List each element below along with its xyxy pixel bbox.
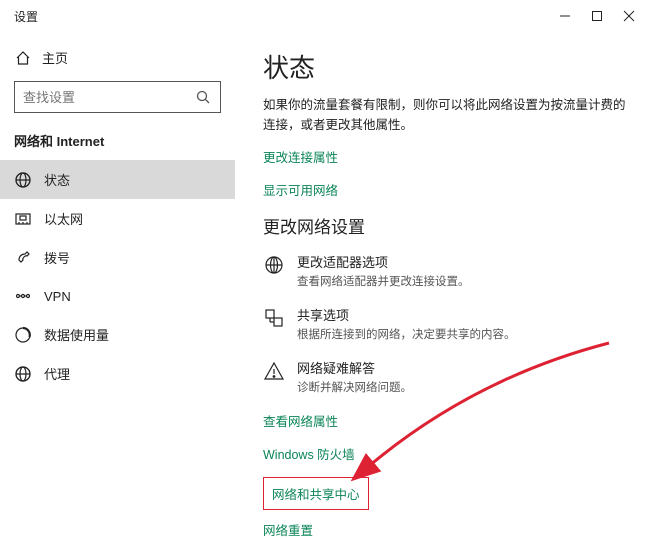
- description-text: 如果你的流量套餐有限制，则你可以将此网络设置为按流量计费的连接，或者更改其他属性…: [263, 95, 626, 135]
- content: 状态 如果你的流量套餐有限制，则你可以将此网络设置为按流量计费的连接，或者更改其…: [235, 32, 650, 539]
- annotation-highlight-box: 网络和共享中心: [263, 477, 369, 510]
- window-title: 设置: [14, 8, 38, 25]
- search-icon: [194, 88, 212, 106]
- dialup-icon: [14, 249, 32, 267]
- link-change-connection[interactable]: 更改连接属性: [263, 147, 626, 166]
- sidebar-item-label: 数据使用量: [44, 325, 109, 344]
- troubleshoot-icon: [263, 360, 285, 382]
- option-label: 共享选项: [297, 305, 516, 324]
- link-network-sharing-center[interactable]: 网络和共享中心: [264, 478, 368, 509]
- close-button[interactable]: [622, 9, 636, 23]
- data-usage-icon: [14, 326, 32, 344]
- home-button[interactable]: 主页: [0, 42, 235, 77]
- adapter-icon: [263, 254, 285, 276]
- section-heading: 更改网络设置: [263, 213, 626, 238]
- link-network-reset[interactable]: 网络重置: [263, 520, 626, 539]
- sidebar-item-label: 代理: [44, 364, 70, 383]
- link-firewall[interactable]: Windows 防火墙: [263, 444, 626, 463]
- option-sub: 诊断并解决网络问题。: [297, 379, 412, 395]
- option-adapter[interactable]: 更改适配器选项 查看网络适配器并更改连接设置。: [263, 252, 626, 289]
- nav-list: 状态 以太网 拨号 VPN 数据使用量 代理: [0, 160, 235, 393]
- option-troubleshoot[interactable]: 网络疑难解答 诊断并解决网络问题。: [263, 358, 626, 395]
- option-sub: 查看网络适配器并更改连接设置。: [297, 273, 470, 289]
- section-title: 网络和 Internet: [0, 127, 235, 160]
- sidebar-item-label: 以太网: [44, 209, 83, 228]
- option-sub: 根据所连接到的网络，决定要共享的内容。: [297, 326, 516, 342]
- option-label: 网络疑难解答: [297, 358, 412, 377]
- sidebar-item-data-usage[interactable]: 数据使用量: [0, 315, 235, 354]
- sidebar-item-label: 状态: [44, 170, 70, 189]
- sidebar-item-ethernet[interactable]: 以太网: [0, 199, 235, 238]
- option-sharing[interactable]: 共享选项 根据所连接到的网络，决定要共享的内容。: [263, 305, 626, 342]
- sidebar-item-status[interactable]: 状态: [0, 160, 235, 199]
- status-icon: [14, 171, 32, 189]
- vpn-icon: [14, 287, 32, 305]
- home-icon: [14, 49, 32, 67]
- maximize-button[interactable]: [590, 9, 604, 23]
- sidebar-item-proxy[interactable]: 代理: [0, 354, 235, 393]
- sharing-icon: [263, 307, 285, 329]
- sidebar-item-label: VPN: [44, 289, 71, 304]
- link-view-properties[interactable]: 查看网络属性: [263, 411, 626, 430]
- sidebar-item-dialup[interactable]: 拨号: [0, 238, 235, 277]
- sidebar: 主页 网络和 Internet 状态 以太网 拨号 VPN: [0, 32, 235, 539]
- sidebar-item-label: 拨号: [44, 248, 70, 267]
- ethernet-icon: [14, 210, 32, 228]
- proxy-icon: [14, 365, 32, 383]
- option-label: 更改适配器选项: [297, 252, 470, 271]
- search-box[interactable]: [14, 81, 221, 113]
- minimize-button[interactable]: [558, 9, 572, 23]
- titlebar: 设置: [0, 0, 650, 32]
- search-input[interactable]: [23, 90, 183, 105]
- sidebar-item-vpn[interactable]: VPN: [0, 277, 235, 315]
- link-show-networks[interactable]: 显示可用网络: [263, 180, 626, 199]
- page-title: 状态: [263, 48, 626, 85]
- home-label: 主页: [42, 48, 68, 67]
- window-controls: [558, 9, 642, 23]
